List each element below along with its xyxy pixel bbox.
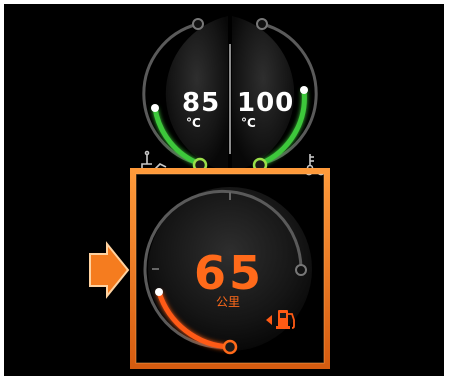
coolant-gauge-max-marker: [256, 18, 268, 30]
range-gauge-min-marker: [222, 339, 238, 355]
oil-temperature-value: 85: [182, 88, 221, 118]
instrument-cluster-screen: 85 °C 100 °C 65 公里: [4, 4, 444, 376]
coolant-temperature-unit: °C: [241, 116, 256, 130]
range-gauge-needle-dot: [155, 288, 163, 296]
oil-gauge-needle-dot: [151, 104, 159, 112]
oil-temperature-unit: °C: [186, 116, 201, 130]
range-gauge-max-marker: [295, 264, 307, 276]
gauge-graphics: [89, 16, 330, 369]
oil-gauge-max-marker: [192, 18, 204, 30]
range-value: 65: [194, 246, 265, 300]
pointer-arrow-icon: [89, 241, 130, 299]
coolant-gauge-needle-dot: [300, 86, 308, 94]
coolant-temperature-value: 100: [237, 88, 295, 118]
range-unit: 公里: [216, 295, 241, 309]
